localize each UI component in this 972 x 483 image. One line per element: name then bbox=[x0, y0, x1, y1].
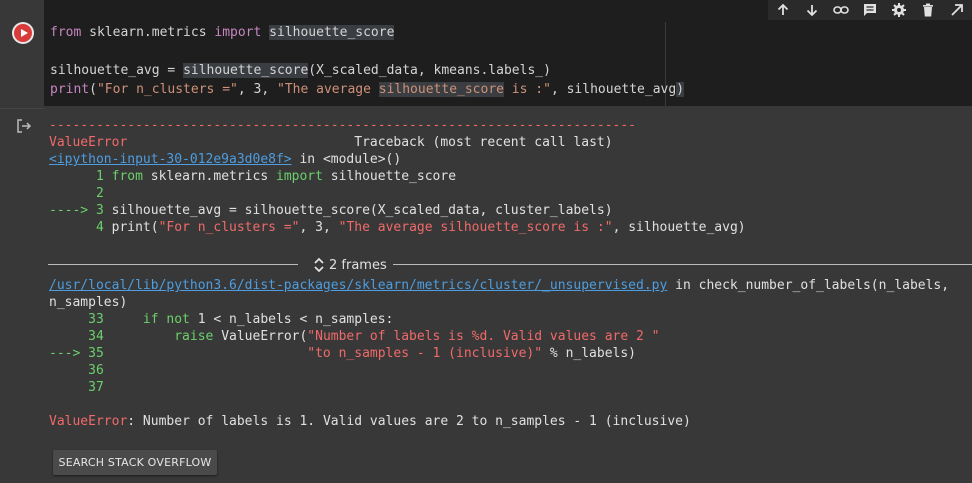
code-token: "to n_samples - 1 (inclusive)" bbox=[307, 346, 543, 361]
traceback-location: <ipython-input-30-012e9a3d0e8f> in <modu… bbox=[49, 151, 401, 168]
code-token: (X_scaled_data, kmeans.labels_) bbox=[308, 63, 551, 78]
code-token: , silhouette_avg) bbox=[612, 220, 746, 235]
function-signature: in check_number_of_labels(n_labels, bbox=[667, 278, 950, 293]
code-token: sklearn.metrics bbox=[142, 169, 276, 184]
code-token: from bbox=[111, 169, 143, 184]
code-token: is :" bbox=[503, 82, 551, 97]
code-line: ---> 35 "to n_samples - 1 (inclusive)" %… bbox=[49, 345, 636, 362]
code-token: , silhouette_avg bbox=[550, 82, 677, 97]
line-number: 36 bbox=[49, 363, 104, 378]
code-token: ( bbox=[89, 82, 97, 97]
link-icon[interactable] bbox=[832, 1, 850, 19]
error-name: ValueError bbox=[49, 414, 128, 429]
run-icon bbox=[14, 24, 32, 42]
code-token: , 3, bbox=[237, 82, 277, 97]
code-token: not bbox=[166, 312, 190, 327]
code-line: 4 print("For n_clusters =", 3, "The aver… bbox=[49, 219, 746, 236]
code-token: "For n_clusters =" bbox=[96, 82, 238, 97]
source-file-link[interactable]: /usr/local/lib/python3.6/dist-packages/s… bbox=[49, 278, 667, 293]
run-cell-button[interactable] bbox=[12, 22, 34, 44]
code-token: import bbox=[276, 169, 323, 184]
line-number: 37 bbox=[49, 380, 104, 395]
line-number: 2 bbox=[49, 186, 104, 201]
code-token: , 3, bbox=[299, 220, 339, 235]
code-token: if bbox=[142, 312, 159, 327]
code-token: silhouette_score bbox=[322, 169, 457, 184]
code-token: 1 < n_labels < n_samples: bbox=[189, 312, 394, 327]
code-token: % n_labels) bbox=[542, 346, 637, 361]
comment-icon[interactable] bbox=[861, 1, 879, 19]
code-token: "Number of labels is %d. Valid values ar… bbox=[307, 329, 660, 344]
search-stack-overflow-button[interactable]: SEARCH STACK OVERFLOW bbox=[53, 450, 217, 475]
traceback-header: ValueError Traceback (most recent call l… bbox=[49, 134, 613, 151]
code-token: raise bbox=[174, 329, 214, 344]
code-line: 2 bbox=[49, 185, 104, 202]
code-token: silhouette_score bbox=[269, 25, 395, 40]
code-token: sklearn.metrics bbox=[81, 25, 215, 40]
code-token: print bbox=[50, 82, 90, 97]
code-token: "The average bbox=[277, 82, 379, 97]
code-line-4: print("For n_clusters =", 3, "The averag… bbox=[50, 80, 685, 99]
code-line: 36 bbox=[49, 362, 104, 379]
frames-label: 2 frames bbox=[329, 257, 387, 273]
code-token: silhouette_avg = bbox=[50, 63, 184, 78]
cell-toolbar bbox=[768, 0, 972, 20]
code-token: ValueError( bbox=[213, 329, 308, 344]
notebook: from sklearn.metrics import silhouette_s… bbox=[0, 0, 972, 483]
frames-divider-right bbox=[393, 264, 972, 265]
code-line: 37 bbox=[49, 379, 104, 396]
gear-icon[interactable] bbox=[890, 1, 908, 19]
arrow-down-icon[interactable] bbox=[803, 1, 821, 19]
code-token: print( bbox=[111, 220, 159, 235]
collapsed-frames[interactable]: 2 frames bbox=[48, 255, 972, 275]
code-line: 1 from sklearn.metrics import silhouette… bbox=[49, 168, 456, 185]
code-token: "For n_clusters =" bbox=[158, 220, 300, 235]
code-token: silhouette_score bbox=[183, 63, 309, 78]
final-error: ValueError: Number of labels is 1. Valid… bbox=[49, 413, 691, 430]
code-token: silhouette_score bbox=[378, 82, 504, 97]
line-number: 34 bbox=[49, 329, 175, 344]
ipython-input-link[interactable]: <ipython-input-30-012e9a3d0e8f> bbox=[49, 152, 292, 167]
open-external-icon[interactable] bbox=[948, 1, 966, 19]
code-line: 34 raise ValueError("Number of labels is… bbox=[49, 328, 660, 345]
code-line-3: silhouette_avg = silhouette_score(X_scal… bbox=[50, 61, 551, 80]
output-toggle-icon[interactable] bbox=[16, 118, 34, 136]
line-number: 33 bbox=[49, 312, 143, 327]
error-name: ValueError bbox=[49, 135, 128, 150]
traceback-label: Traceback (most recent call last) bbox=[354, 135, 613, 150]
in-module-text: in <module>() bbox=[291, 152, 402, 167]
code-token: from bbox=[50, 25, 82, 40]
frames-toggle[interactable]: 2 frames bbox=[313, 255, 387, 275]
error-message: : Number of labels is 1. Valid values ar… bbox=[127, 414, 691, 429]
line-number: 4 bbox=[49, 220, 112, 235]
line-number: ----> 3 bbox=[49, 203, 112, 218]
line-number: ---> 35 bbox=[49, 346, 308, 361]
code-line: 33 if not 1 < n_labels < n_samples: bbox=[49, 311, 393, 328]
file-location: /usr/local/lib/python3.6/dist-packages/s… bbox=[49, 277, 949, 294]
line-number: 1 bbox=[49, 169, 112, 184]
trash-icon[interactable] bbox=[919, 1, 937, 19]
expand-icon bbox=[314, 257, 324, 273]
arrow-up-icon[interactable] bbox=[774, 1, 792, 19]
frames-divider-left bbox=[48, 264, 298, 265]
code-token: ) bbox=[676, 82, 685, 97]
traceback-separator: ----------------------------------------… bbox=[49, 118, 636, 133]
code-token: silhouette_avg = silhouette_score(X_scal… bbox=[111, 203, 613, 218]
code-token: "The average silhouette_score is :" bbox=[338, 220, 613, 235]
code-line: ----> 3 silhouette_avg = silhouette_scor… bbox=[49, 202, 613, 219]
code-token: import bbox=[214, 25, 262, 40]
file-location-cont: n_samples) bbox=[49, 295, 128, 310]
code-line-1: from sklearn.metrics import silhouette_s… bbox=[50, 23, 395, 42]
